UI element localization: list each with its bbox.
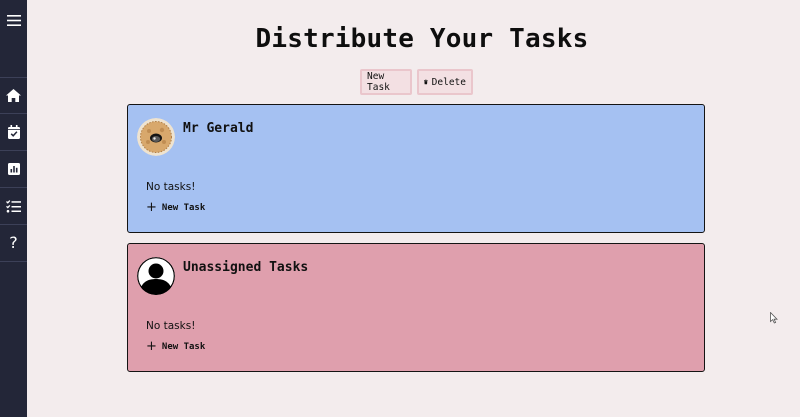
sidebar-item-checklist[interactable] bbox=[0, 188, 27, 225]
add-task-label: New Task bbox=[161, 341, 206, 352]
home-icon bbox=[6, 89, 21, 102]
toolbar: New Task Delete bbox=[360, 69, 473, 95]
assignee-card-mr-gerald: Mr Gerald No tasks! + New Task bbox=[127, 104, 705, 233]
empty-tasks-text: No tasks! bbox=[146, 181, 196, 193]
default-user-avatar-icon bbox=[137, 257, 175, 295]
page-title: Distribute Your Tasks bbox=[255, 24, 589, 54]
calendar-check-icon bbox=[7, 125, 20, 139]
add-task-label: New Task bbox=[161, 202, 206, 213]
empty-tasks-text: No tasks! bbox=[146, 320, 196, 332]
checklist-icon bbox=[6, 199, 21, 212]
new-task-button[interactable]: New Task bbox=[360, 69, 412, 95]
delete-button-label: Delete bbox=[431, 76, 466, 88]
help-icon: ? bbox=[9, 233, 18, 252]
delete-button[interactable]: Delete bbox=[417, 69, 473, 95]
plus-icon: + bbox=[146, 339, 157, 354]
add-task-button[interactable]: + New Task bbox=[146, 340, 205, 353]
trash-icon bbox=[424, 79, 428, 85]
mouse-cursor-icon bbox=[770, 312, 778, 324]
sidebar-item-stats[interactable] bbox=[0, 151, 27, 188]
new-task-button-label: New Task bbox=[367, 71, 390, 93]
assignee-name: Unassigned Tasks bbox=[183, 260, 309, 275]
main-content: Distribute Your Tasks New Task Delete Mr… bbox=[27, 0, 800, 417]
sidebar-item-home[interactable] bbox=[0, 77, 27, 114]
assignee-card-unassigned: Unassigned Tasks No tasks! + New Task bbox=[127, 243, 705, 372]
bar-chart-icon bbox=[7, 163, 20, 175]
menu-icon bbox=[6, 14, 21, 26]
sidebar: ? bbox=[0, 0, 27, 417]
cat-avatar-icon bbox=[137, 118, 175, 156]
sidebar-item-calendar[interactable] bbox=[0, 114, 27, 151]
assignee-name: Mr Gerald bbox=[183, 121, 254, 136]
sidebar-item-help[interactable]: ? bbox=[0, 225, 27, 262]
add-task-button[interactable]: + New Task bbox=[146, 201, 205, 214]
menu-button[interactable] bbox=[0, 0, 27, 40]
plus-icon: + bbox=[146, 200, 157, 215]
